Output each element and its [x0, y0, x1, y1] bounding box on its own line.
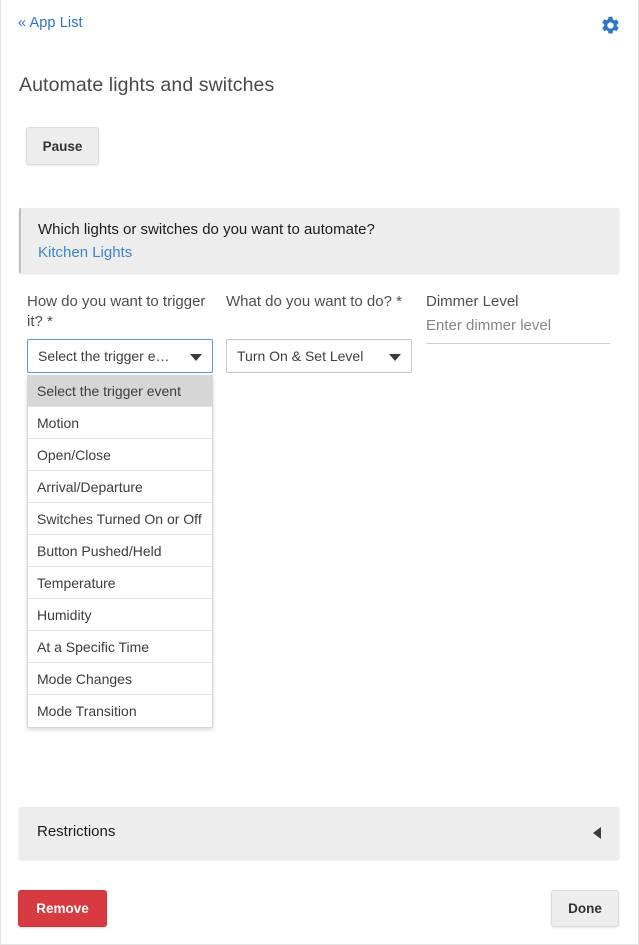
pause-button[interactable]: Pause — [26, 127, 99, 165]
done-button[interactable]: Done — [551, 890, 619, 927]
dropdown-option[interactable]: Mode Changes — [28, 663, 212, 695]
action-field-label: What do you want to do? * — [226, 293, 402, 310]
dropdown-option[interactable]: Switches Turned On or Off — [28, 503, 212, 535]
dropdown-option[interactable]: Humidity — [28, 599, 212, 631]
dropdown-option[interactable]: Mode Transition — [28, 695, 212, 727]
remove-button[interactable]: Remove — [18, 890, 107, 927]
dimmer-field-label: Dimmer Level — [426, 293, 519, 310]
back-to-app-list-link[interactable]: « App List — [18, 15, 83, 31]
dropdown-option[interactable]: Button Pushed/Held — [28, 535, 212, 567]
selected-device-link[interactable]: Kitchen Lights — [38, 244, 132, 261]
dropdown-option[interactable]: Motion — [28, 407, 212, 439]
gear-icon[interactable] — [600, 15, 621, 36]
page-title: Automate lights and switches — [19, 74, 275, 96]
restrictions-label: Restrictions — [37, 823, 116, 840]
dropdown-option[interactable]: Arrival/Departure — [28, 471, 212, 503]
dimmer-field-group: Dimmer Level — [426, 292, 616, 312]
dropdown-option[interactable]: Select the trigger event — [28, 375, 212, 407]
dimmer-level-input[interactable] — [426, 315, 610, 337]
device-question-label: Which lights or switches do you want to … — [38, 221, 375, 238]
chevron-down-icon — [190, 354, 202, 361]
trigger-event-dropdown-list[interactable]: Select the trigger event Motion Open/Close… — [27, 375, 213, 728]
chevron-down-icon — [389, 354, 401, 361]
dropdown-option[interactable]: Open/Close — [28, 439, 212, 471]
trigger-field-group: How do you want to trigger it? * — [27, 292, 213, 332]
dimmer-level-input-wrapper — [426, 315, 610, 344]
trigger-event-select[interactable]: Select the trigger e… — [27, 339, 213, 373]
dropdown-option[interactable]: At a Specific Time — [28, 631, 212, 663]
action-field-group: What do you want to do? * — [226, 292, 416, 312]
top-bar: « App List — [1, 0, 638, 48]
chevron-left-icon — [593, 827, 601, 839]
restrictions-section-header[interactable]: Restrictions — [19, 807, 619, 859]
action-select[interactable]: Turn On & Set Level — [226, 339, 412, 373]
action-select-value: Turn On & Set Level — [237, 348, 364, 364]
dropdown-option[interactable]: Temperature — [28, 567, 212, 599]
trigger-event-select-value: Select the trigger e… — [38, 348, 170, 364]
trigger-field-label: How do you want to trigger it? * — [27, 293, 206, 330]
app-page: « App List Automate lights and switches … — [0, 0, 639, 945]
device-selection-banner[interactable]: Which lights or switches do you want to … — [19, 208, 619, 273]
